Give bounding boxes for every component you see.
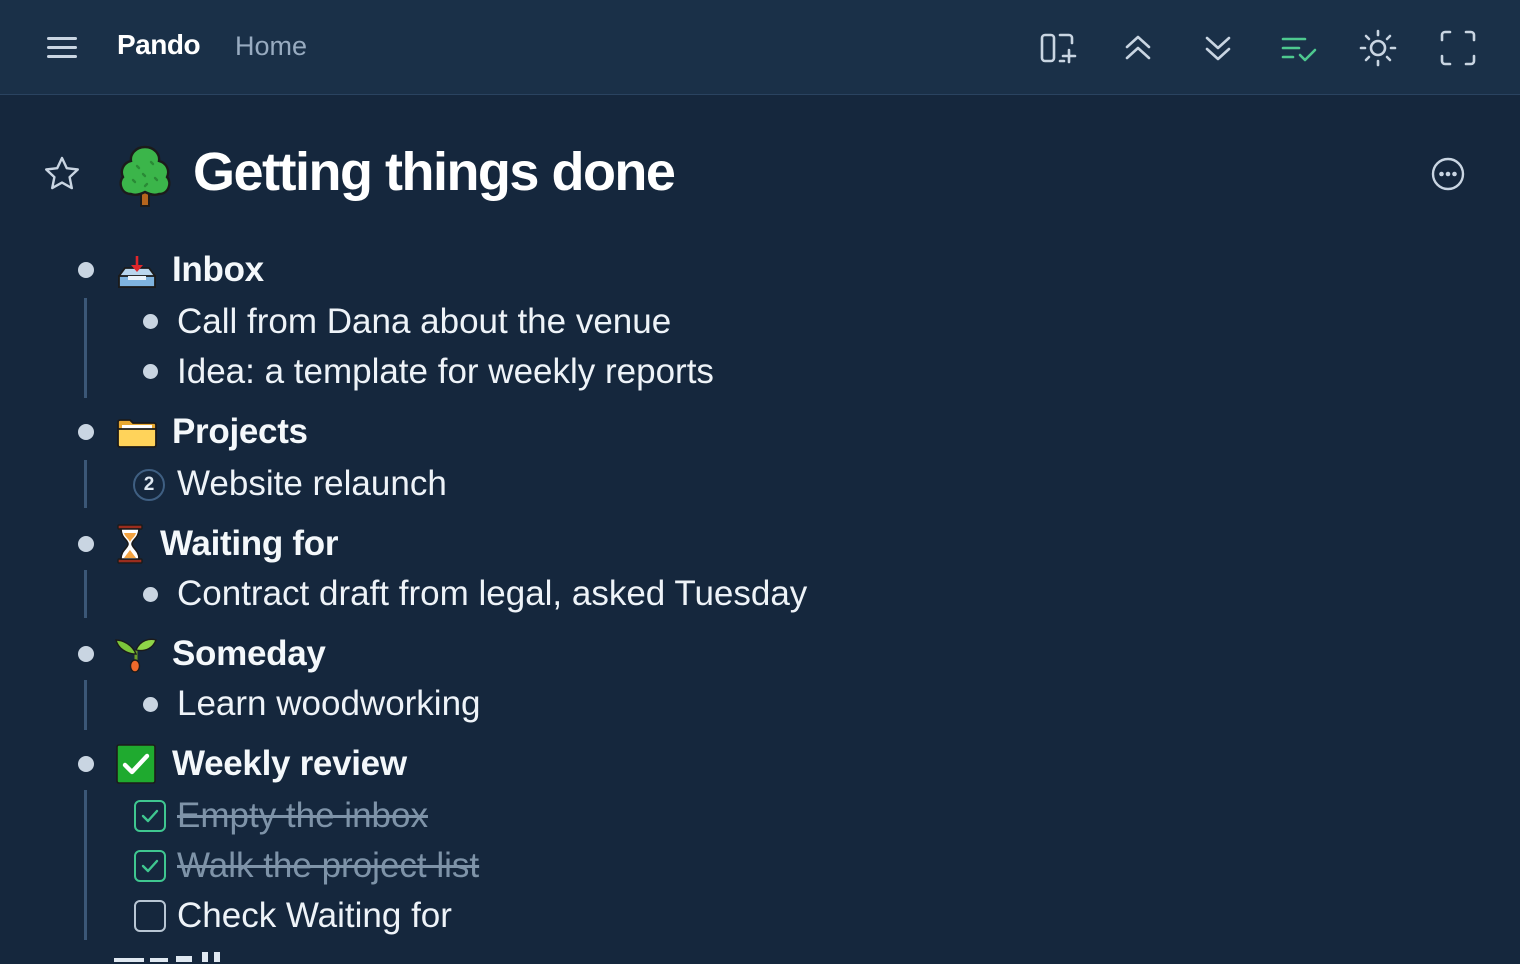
todo-item[interactable]: Empty the inbox <box>177 796 428 836</box>
menu-icon[interactable] <box>44 33 80 63</box>
outline-bullet[interactable] <box>143 314 158 329</box>
outline-heading[interactable]: Weekly review <box>172 744 407 784</box>
outline-item[interactable]: Learn woodworking <box>177 684 481 724</box>
outline-heading[interactable]: Waiting for <box>160 524 338 564</box>
fullscreen-button[interactable] <box>1436 26 1480 70</box>
top-bar: Pando Home <box>0 0 1520 95</box>
outline-bullet[interactable] <box>143 697 158 712</box>
outline-bullet[interactable] <box>78 646 94 662</box>
app-name[interactable]: Pando <box>117 29 201 61</box>
outline-guide-line <box>84 680 87 730</box>
outline-guide-line <box>84 570 87 618</box>
breadcrumb-home[interactable]: Home <box>235 31 307 62</box>
add-panel-button[interactable] <box>1036 26 1080 70</box>
next-heading-cut-off <box>110 940 270 964</box>
outline-bullet[interactable] <box>78 262 94 278</box>
outline-heading[interactable]: Projects <box>172 412 308 452</box>
more-icon <box>1428 157 1468 198</box>
outline-bullet[interactable] <box>78 756 94 772</box>
hourglass-icon <box>116 524 144 564</box>
page-title[interactable]: Getting things done <box>193 141 676 203</box>
expand-all-icon <box>1196 26 1240 70</box>
favorite-button[interactable] <box>42 154 82 194</box>
collapsed-children-badge[interactable]: 2 <box>133 469 165 501</box>
collapse-all-button[interactable] <box>1116 26 1160 70</box>
sun-icon <box>1356 26 1400 70</box>
outline-bullet[interactable] <box>143 587 158 602</box>
show-completed-icon <box>1277 26 1321 70</box>
star-icon <box>42 156 82 198</box>
theme-toggle-button[interactable] <box>1356 26 1400 70</box>
collapse-all-icon <box>1116 26 1160 70</box>
outline-bullet[interactable] <box>78 536 94 552</box>
outline-bullet[interactable] <box>78 424 94 440</box>
outline-guide-line <box>84 298 87 398</box>
todo-checkbox[interactable] <box>134 800 166 832</box>
todo-item[interactable]: Walk the project list <box>177 846 479 886</box>
outline-guide-line <box>84 460 87 508</box>
todo-checkbox[interactable] <box>134 850 166 882</box>
outline-item[interactable]: Website relaunch <box>177 464 447 504</box>
todo-checkbox[interactable] <box>134 900 166 932</box>
fullscreen-icon <box>1436 26 1480 70</box>
add-panel-icon <box>1036 26 1080 70</box>
tree-icon <box>115 144 175 210</box>
show-completed-button[interactable] <box>1277 26 1321 70</box>
page-menu-button[interactable] <box>1428 154 1468 194</box>
outline-heading[interactable]: Someday <box>172 634 326 674</box>
outline-guide-line <box>84 790 87 940</box>
todo-item[interactable]: Check Waiting for <box>177 896 452 936</box>
seedling-icon <box>114 632 158 674</box>
inbox-tray-icon <box>116 254 158 290</box>
folder-icon <box>116 416 158 448</box>
outline-item[interactable]: Call from Dana about the venue <box>177 302 671 342</box>
outline-item[interactable]: Idea: a template for weekly reports <box>177 352 714 392</box>
outline-item[interactable]: Contract draft from legal, asked Tuesday <box>177 574 807 614</box>
outline-heading[interactable]: Inbox <box>172 250 264 290</box>
check-mark-button-icon <box>116 744 156 784</box>
expand-all-button[interactable] <box>1196 26 1240 70</box>
outline-bullet[interactable] <box>143 364 158 379</box>
